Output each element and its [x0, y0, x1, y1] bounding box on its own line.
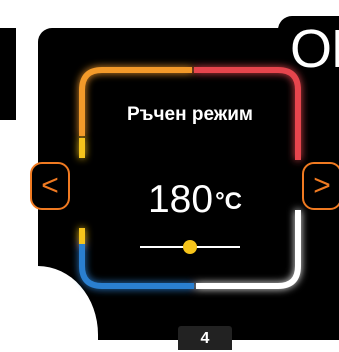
oven-control-screen: OK Ръчен режим 180°C < [0, 0, 339, 352]
page-number: 4 [178, 326, 232, 350]
slider-knob [183, 240, 197, 254]
temperature-value: 180 [147, 178, 214, 221]
frame-top-left-segment [79, 67, 192, 136]
prev-button[interactable]: < [30, 162, 70, 210]
chevron-right-icon: > [313, 169, 331, 202]
frame-bottom-left-segment [79, 244, 194, 289]
temperature-unit: °C [215, 188, 242, 215]
mode-title: Ръчен режим [126, 104, 253, 125]
temperature-display[interactable]: 180°C [124, 178, 264, 222]
chevron-left-icon: < [41, 169, 59, 202]
next-button[interactable]: > [302, 162, 339, 210]
